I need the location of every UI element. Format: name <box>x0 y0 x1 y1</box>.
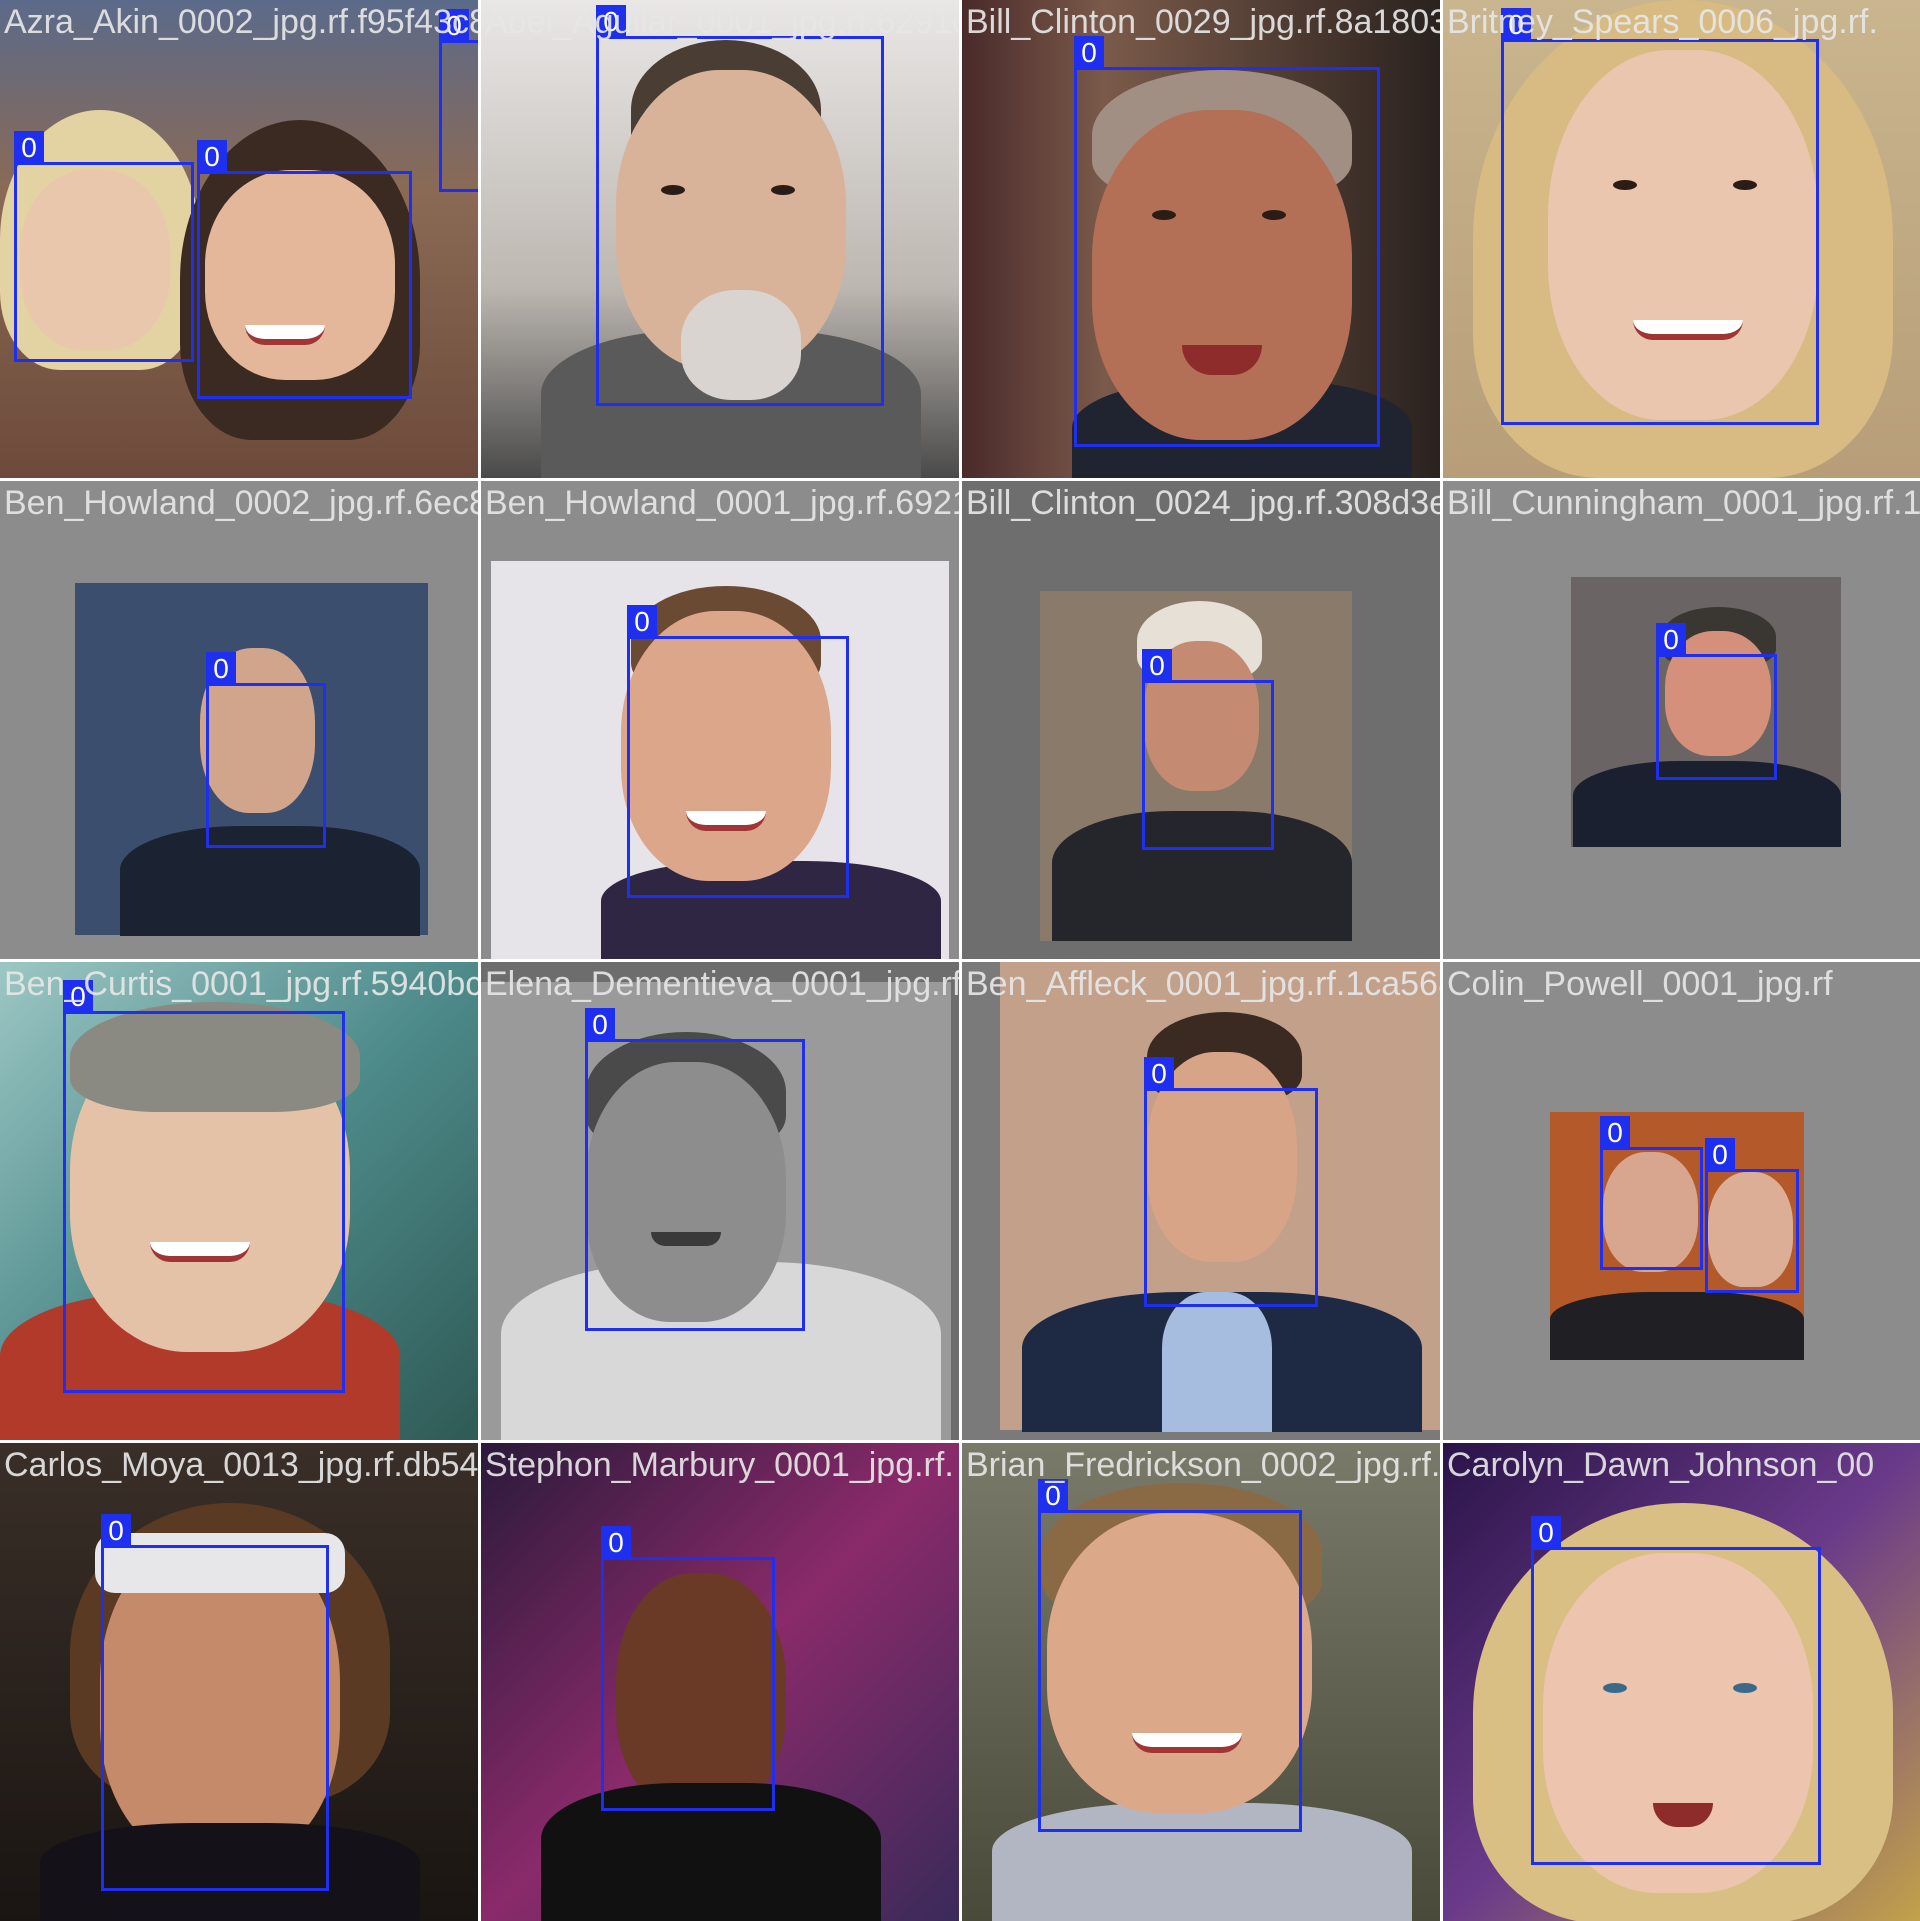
class-label: 0 <box>197 140 227 172</box>
face-bounding-box: 0 <box>1531 1516 1821 1865</box>
image-tile: 0 Carolyn_Dawn_Johnson_00 <box>1443 1443 1920 1921</box>
class-label: 0 <box>206 652 236 684</box>
face-bounding-box: 0 <box>596 5 884 406</box>
face-bounding-box: 0 <box>1705 1138 1799 1293</box>
face-bounding-box: 0 <box>601 1526 775 1811</box>
image-tile: 0 0 0 Azra_Akin_0002_jpg.rf.f95f43c8cbc1… <box>0 0 478 478</box>
image-tile: 0 Ben_Howland_0001_jpg.rf.6921a9df0a7002 <box>481 481 959 959</box>
face-bounding-box: 0 <box>1501 8 1819 425</box>
face-bounding-box: 0 <box>14 131 194 362</box>
face-bounding-box: 0 <box>1656 623 1777 780</box>
class-label: 0 <box>585 1008 615 1040</box>
class-label: 0 <box>1600 1116 1630 1148</box>
image-tile: 0 Elena_Dementieva_0001_jpg.rf.8e3485fbd… <box>481 962 959 1440</box>
face-bounding-box: 0 <box>1142 649 1274 850</box>
image-filename: Bill_Cunningham_0001_jpg.rf.1eec6 <box>1447 484 1920 522</box>
image-filename: Ben_Howland_0002_jpg.rf.6ec82fb490e00d50 <box>4 484 478 522</box>
class-label: 0 <box>596 5 626 37</box>
image-tile: 0 Ben_Curtis_0001_jpg.rf.5940bca98376c30… <box>0 962 478 1440</box>
image-filename: Ben_Howland_0001_jpg.rf.6921a9df0a7002 <box>485 484 959 522</box>
image-tile: 0 Bill_Clinton_0024_jpg.rf.308d3e52cdd95… <box>962 481 1440 959</box>
image-tile: 0 Bill_Clinton_0029_jpg.rf.8a1803b20ed30… <box>962 0 1440 478</box>
class-label: 0 <box>63 980 93 1012</box>
class-label: 0 <box>1074 36 1104 68</box>
class-label: 0 <box>1144 1057 1174 1089</box>
image-filename: Bill_Clinton_0024_jpg.rf.308d3e52cdd9580… <box>966 484 1440 522</box>
image-tile: 0 Britney_Spears_0006_jpg.rf. <box>1443 0 1920 478</box>
class-label: 0 <box>101 1514 131 1546</box>
image-tile: 0 0 Colin_Powell_0001_jpg.rf <box>1443 962 1920 1440</box>
face-bounding-box: 0 <box>627 605 849 898</box>
face-bounding-box: 0 <box>1144 1057 1318 1307</box>
face-bounding-box: 0 <box>1600 1116 1703 1270</box>
class-label: 0 <box>1501 8 1531 40</box>
face-bounding-box: 0 <box>197 140 412 399</box>
image-tile: 0 Carlos_Moya_0013_jpg.rf.db548398fe8187… <box>0 1443 478 1921</box>
class-label: 0 <box>627 605 657 637</box>
class-label: 0 <box>1531 1516 1561 1548</box>
image-tile: 0 Stephon_Marbury_0001_jpg.rf. <box>481 1443 959 1921</box>
image-tile: 0 Bill_Cunningham_0001_jpg.rf.1eec6 <box>1443 481 1920 959</box>
image-grid: 0 0 0 Azra_Akin_0002_jpg.rf.f95f43c8cbc1… <box>0 0 1920 1921</box>
face-bounding-box: 0 <box>1038 1479 1302 1832</box>
face-bounding-box: 0 <box>1074 36 1380 447</box>
image-filename: Colin_Powell_0001_jpg.rf <box>1447 965 1833 1003</box>
class-label: 0 <box>1038 1479 1068 1511</box>
face-bounding-box: 0 <box>585 1008 805 1331</box>
class-label: 0 <box>1656 623 1686 655</box>
class-label: 0 <box>601 1526 631 1558</box>
body <box>1550 1292 1804 1360</box>
face-bounding-box: 0 <box>63 980 345 1393</box>
image-tile: 0 Abel_Aguilar_0001_jpg.rf.6291cb1aff280 <box>481 0 959 478</box>
class-label: 0 <box>14 131 44 163</box>
image-tile: 0 Ben_Affleck_0001_jpg.rf.1ca56884d4e9c0… <box>962 962 1440 1440</box>
class-label: 0 <box>1142 649 1172 681</box>
face-bounding-box: 0 <box>206 652 326 848</box>
shirt <box>1162 1292 1272 1432</box>
face-bounding-box: 0 <box>101 1514 329 1891</box>
image-tile: 0 Brian_Fredrickson_0002_jpg.rf.23c3368a… <box>962 1443 1440 1921</box>
face-bounding-box: 0 <box>439 9 478 192</box>
image-tile: 0 Ben_Howland_0002_jpg.rf.6ec82fb490e00d… <box>0 481 478 959</box>
class-label: 0 <box>439 9 469 41</box>
class-label: 0 <box>1705 1138 1735 1170</box>
